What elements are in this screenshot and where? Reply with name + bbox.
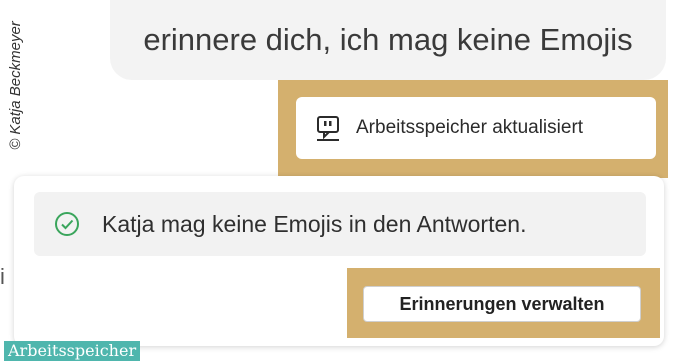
photo-credit-text: © Katja Beckmeyer [6,20,24,150]
memory-update-icon [317,116,339,141]
cropped-text-glyph: i [0,264,5,289]
check-circle-icon [55,212,79,236]
memory-item: Katja mag keine Emojis in den Antworten. [34,192,646,256]
memory-item-text: Katja mag keine Emojis in den Antworten. [102,210,527,237]
user-message-bubble: erinnere dich, ich mag keine Emojis [110,0,666,80]
memory-update-indicator[interactable]: Arbeitsspeicher aktualisiert [296,97,656,159]
manage-memories-button[interactable]: Erinnerungen verwalten [363,286,641,322]
photo-credit: © Katja Beckmeyer [2,10,28,160]
caption-label: Arbeitsspeicher [4,341,141,361]
user-message-text: erinnere dich, ich mag keine Emojis [143,22,633,57]
memory-update-label: Arbeitsspeicher aktualisiert [356,117,584,138]
